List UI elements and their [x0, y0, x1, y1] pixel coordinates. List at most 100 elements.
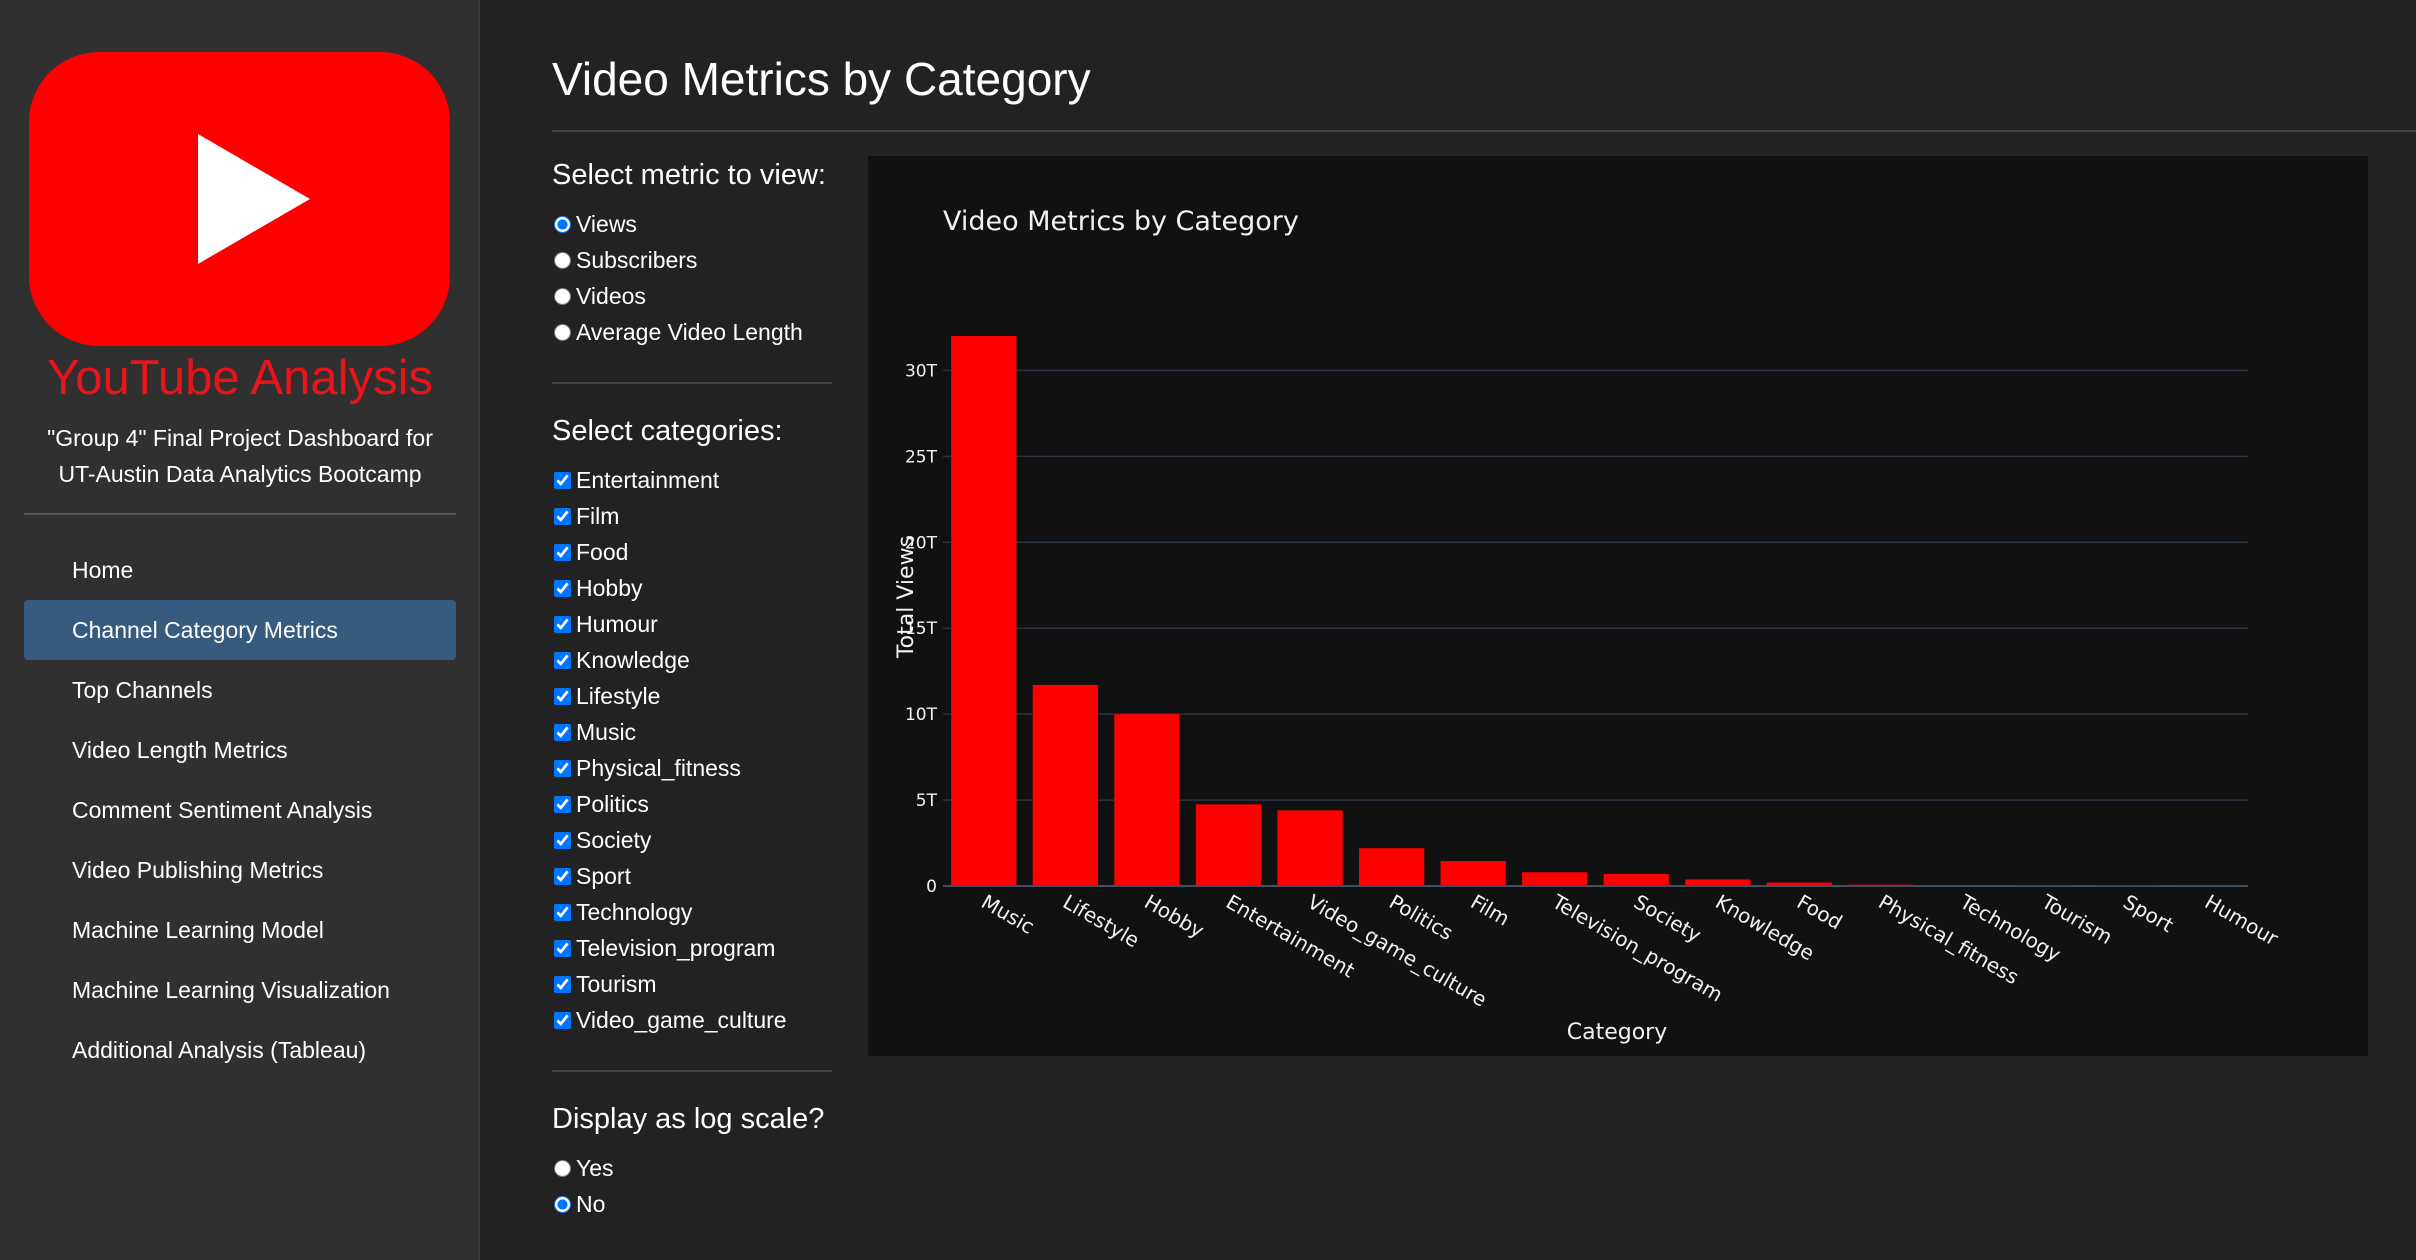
category-option[interactable]: Politics: [552, 786, 832, 822]
category-checkbox[interactable]: [554, 795, 571, 813]
metric-option-label: Views: [576, 210, 637, 237]
y-tick-label: 25T: [905, 447, 938, 467]
metric-radio-group: Views Subscribers Videos Average Video L…: [552, 206, 832, 350]
category-checkbox[interactable]: [554, 579, 571, 597]
category-option-label: Knowledge: [576, 646, 690, 673]
category-checkbox[interactable]: [554, 651, 571, 669]
category-checklist: Entertainment Film Food Hobby Humour Kno…: [552, 462, 832, 1038]
controls-divider: [552, 1070, 832, 1072]
bar-technology[interactable]: [1929, 885, 1996, 886]
bar-physical-fitness[interactable]: [1848, 884, 1914, 886]
metric-heading: Select metric to view:: [552, 159, 826, 191]
metric-option-label: Average Video Length: [576, 318, 803, 345]
bar-television-program[interactable]: [1522, 872, 1588, 886]
brand-subtitle-line1: "Group 4" Final Project Dashboard for: [47, 425, 433, 451]
category-option[interactable]: Music: [552, 714, 832, 750]
y-tick-label: 10T: [905, 705, 938, 725]
x-tick-label: Film: [1467, 890, 1514, 931]
nav-item-top-channels[interactable]: Top Channels: [24, 660, 456, 720]
nav-item-video-length-metrics[interactable]: Video Length Metrics: [24, 720, 456, 780]
category-option-label: Video_game_culture: [576, 1006, 787, 1033]
category-checkbox[interactable]: [554, 507, 571, 525]
x-axis-title: Category: [1567, 1020, 1668, 1045]
category-checkbox[interactable]: [554, 615, 571, 633]
nav-item-channel-category-metrics[interactable]: Channel Category Metrics: [24, 600, 456, 660]
category-option[interactable]: Technology: [552, 894, 832, 930]
category-option[interactable]: Humour: [552, 606, 832, 642]
bar-food[interactable]: [1766, 882, 1833, 886]
metric-option-label: Videos: [576, 282, 646, 309]
category-checkbox[interactable]: [554, 1011, 571, 1029]
category-option[interactable]: Lifestyle: [552, 678, 832, 714]
bar-lifestyle[interactable]: [1032, 684, 1098, 886]
metric-radio-views[interactable]: [554, 215, 571, 233]
metric-option-average-video-length[interactable]: Average Video Length: [552, 314, 832, 350]
category-option[interactable]: Tourism: [552, 966, 832, 1002]
metric-option-subscribers[interactable]: Subscribers: [552, 242, 832, 278]
metric-radio-average-video-length[interactable]: [554, 323, 571, 341]
category-checkbox[interactable]: [554, 759, 571, 777]
bar-entertainment[interactable]: [1195, 804, 1262, 886]
metric-radio-videos[interactable]: [554, 287, 571, 305]
category-checkbox[interactable]: [554, 543, 571, 561]
category-option-label: Television_program: [576, 934, 776, 961]
category-option[interactable]: Society: [552, 822, 832, 858]
category-option[interactable]: Food: [552, 534, 832, 570]
category-option[interactable]: Sport: [552, 858, 832, 894]
category-option[interactable]: Video_game_culture: [552, 1002, 832, 1038]
chart-x-ticks: Music LifestyleHobby EntertainmentVideo_ga…: [977, 889, 2283, 1012]
log-radio-no[interactable]: [554, 1195, 571, 1213]
page-title: Video Metrics by Category: [552, 53, 1091, 105]
metric-radio-subscribers[interactable]: [554, 251, 571, 269]
category-checkbox[interactable]: [554, 975, 571, 993]
bar-politics[interactable]: [1358, 848, 1425, 886]
category-option[interactable]: Entertainment: [552, 462, 832, 498]
category-option[interactable]: Physical_fitness: [552, 750, 832, 786]
bar-society[interactable]: [1603, 873, 1669, 886]
nav-item-video-publishing-metrics[interactable]: Video Publishing Metrics: [24, 840, 456, 900]
sidebar-divider: [24, 513, 456, 515]
category-option-label: Politics: [576, 790, 649, 817]
category-checkbox[interactable]: [554, 867, 571, 885]
bar-tourism[interactable]: [2011, 885, 2077, 886]
category-option-label: Lifestyle: [576, 682, 661, 709]
category-option[interactable]: Television_program: [552, 930, 832, 966]
bar-hobby[interactable]: [1114, 714, 1180, 886]
categories-heading: Select categories:: [552, 415, 783, 447]
category-option-label: Tourism: [576, 970, 657, 997]
bar-music[interactable]: [951, 336, 1017, 886]
category-checkbox[interactable]: [554, 939, 571, 957]
x-tick-label: Physical_fitness: [1874, 890, 2023, 990]
bar-knowledge[interactable]: [1685, 879, 1751, 886]
nav-item-additional-analysis[interactable]: Additional Analysis (Tableau): [24, 1020, 456, 1080]
category-option[interactable]: Hobby: [552, 570, 832, 606]
category-checkbox[interactable]: [554, 831, 571, 849]
bar-video-game-culture[interactable]: [1277, 810, 1343, 886]
controls-divider: [552, 382, 832, 384]
category-option[interactable]: Knowledge: [552, 642, 832, 678]
sidebar: YouTube Analysis "Group 4" Final Project…: [0, 0, 480, 1260]
log-radio-yes[interactable]: [554, 1159, 571, 1177]
category-checkbox[interactable]: [554, 723, 571, 741]
controls-panel: Select metric to view: Views Subscribers…: [552, 150, 832, 1222]
category-option-label: Sport: [576, 862, 631, 889]
brand-title: YouTube Analysis: [47, 351, 433, 405]
category-option[interactable]: Film: [552, 498, 832, 534]
metric-option-views[interactable]: Views: [552, 206, 832, 242]
bar-sport[interactable]: [2093, 885, 2159, 886]
sidebar-nav: Home Channel Category Metrics Top Channe…: [24, 540, 456, 1080]
category-checkbox[interactable]: [554, 687, 571, 705]
title-divider: [552, 130, 2416, 132]
category-option-label: Technology: [576, 898, 693, 925]
nav-item-home[interactable]: Home: [24, 540, 456, 600]
nav-item-machine-learning-model[interactable]: Machine Learning Model: [24, 900, 456, 960]
category-checkbox[interactable]: [554, 471, 571, 489]
nav-item-machine-learning-visualization[interactable]: Machine Learning Visualization: [24, 960, 456, 1020]
metric-option-videos[interactable]: Videos: [552, 278, 832, 314]
x-tick-label: Food: [1793, 890, 1847, 935]
log-option-yes[interactable]: Yes: [552, 1150, 832, 1186]
nav-item-comment-sentiment-analysis[interactable]: Comment Sentiment Analysis: [24, 780, 456, 840]
category-checkbox[interactable]: [554, 903, 571, 921]
log-option-no[interactable]: No: [552, 1186, 832, 1222]
bar-film[interactable]: [1440, 861, 1506, 886]
